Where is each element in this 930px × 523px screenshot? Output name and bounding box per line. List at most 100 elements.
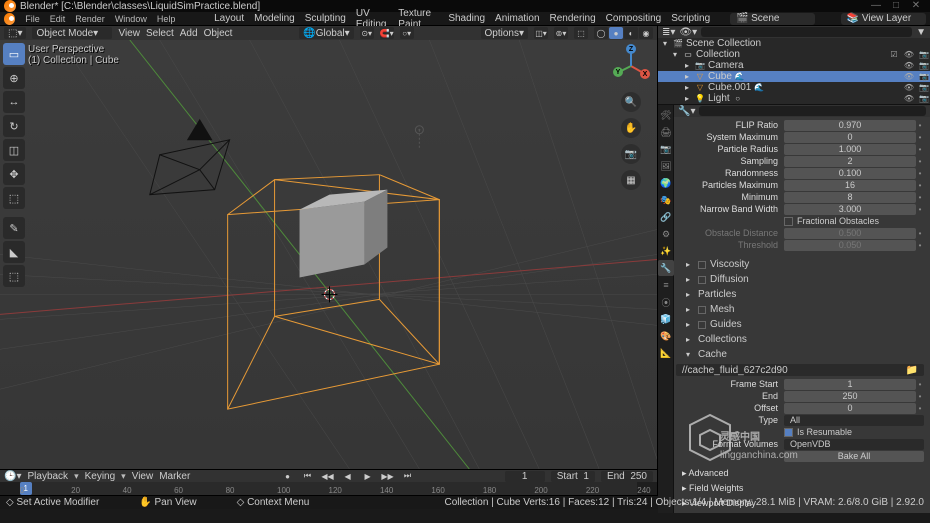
disclosure-icon[interactable]: ▸	[682, 72, 692, 82]
tab-layout[interactable]: Layout	[214, 13, 244, 24]
eye-icon[interactable]: 👁	[903, 94, 915, 103]
props-tab-3[interactable]: 🖼	[658, 158, 674, 174]
tab-shading[interactable]: Shading	[448, 13, 485, 24]
tool-1[interactable]: ⊕	[3, 67, 25, 89]
filter-icon[interactable]: ▼	[916, 27, 926, 38]
eye-icon[interactable]: 👁	[903, 61, 915, 70]
orient-select[interactable]: 🌐 Global ▾	[299, 27, 353, 39]
field-end[interactable]: 250	[784, 391, 916, 402]
props-search[interactable]	[699, 106, 926, 116]
timeline-editor-icon[interactable]: 🕒▾	[4, 471, 21, 482]
outliner-editor-icon[interactable]: ≣▾	[662, 27, 675, 38]
folder-icon[interactable]: 📁	[906, 365, 918, 376]
field-threshold[interactable]: 0.050	[784, 240, 916, 251]
close-button[interactable]: ✕	[906, 0, 926, 12]
section-mesh[interactable]: ▸Mesh	[676, 302, 924, 317]
pivot-icon[interactable]: ⊙▾	[360, 27, 374, 39]
tool-8[interactable]: ✎	[3, 217, 25, 239]
disclosure-icon[interactable]: ▸	[682, 83, 692, 93]
tm-view-menu[interactable]: View	[132, 471, 154, 482]
jump-nextkey-icon[interactable]: ▶▶	[381, 471, 395, 482]
frame-end-field[interactable]: End 250	[601, 471, 653, 482]
disclosure-icon[interactable]: ▸	[686, 290, 694, 299]
section-viscosity[interactable]: ▸Viscosity	[676, 257, 924, 272]
field-obstacle-distance[interactable]: 0.500	[784, 228, 916, 239]
outliner-item-cube[interactable]: ▸▽Cube🌊👁📷	[658, 71, 930, 82]
jump-prevkey-icon[interactable]: ◀◀	[321, 471, 335, 482]
shading-modes[interactable]: ◯ ● ◐ ◉	[594, 27, 653, 39]
props-tab-6[interactable]: 🔗	[658, 209, 674, 225]
section-checkbox[interactable]	[698, 276, 706, 284]
outliner-item-light[interactable]: ▸💡Light○👁📷	[658, 93, 930, 104]
render-icon[interactable]: 📷	[918, 72, 930, 81]
tool-10[interactable]: ⬚	[3, 265, 25, 287]
camera-icon[interactable]: 📷	[621, 144, 641, 164]
disclosure-icon[interactable]: ▸	[686, 275, 694, 284]
timeline-track[interactable]: 1 020406080100120140160180200220240	[0, 482, 657, 495]
app-icon[interactable]	[4, 13, 15, 25]
section-checkbox[interactable]	[698, 321, 706, 329]
eye-icon[interactable]: 👁	[903, 72, 915, 81]
vp-select-menu[interactable]: Select	[146, 28, 174, 39]
field-flip-ratio[interactable]: 0.970	[784, 120, 916, 131]
menu-help[interactable]: Help	[157, 14, 176, 24]
shading-render-icon[interactable]: ◉	[639, 27, 653, 39]
tool-0[interactable]: ▭	[3, 43, 25, 65]
frac-obstacles-checkbox[interactable]	[784, 217, 793, 226]
outliner-collection[interactable]: ▾▭Collection ☑ 👁 📷	[658, 49, 930, 60]
tool-9[interactable]: ◣	[3, 241, 25, 263]
section-checkbox[interactable]	[698, 306, 706, 314]
zoom-icon[interactable]: 🔍	[621, 92, 641, 112]
render-icon[interactable]: 📷	[918, 61, 930, 70]
render-icon[interactable]: 📷	[918, 50, 930, 59]
vp-add-menu[interactable]: Add	[180, 28, 198, 39]
vp-object-menu[interactable]: Object	[204, 28, 233, 39]
props-tab-5[interactable]: 🎭	[658, 192, 674, 208]
disclosure-icon[interactable]: ▸	[686, 260, 694, 269]
props-tab-13[interactable]: 🎨	[658, 328, 674, 344]
menu-window[interactable]: Window	[115, 14, 147, 24]
tm-keying-menu[interactable]: Keying	[85, 471, 116, 482]
scene-field[interactable]: 🎬 Scene	[730, 13, 815, 25]
props-tab-0[interactable]: 🛠	[658, 107, 674, 123]
cache-path-field[interactable]: //cache_fluid_627c2d90📁	[676, 364, 924, 376]
autokey-icon[interactable]: ●	[281, 471, 295, 482]
props-tab-9[interactable]: 🔧	[658, 260, 674, 276]
resumable-checkbox[interactable]	[784, 428, 793, 437]
tool-2[interactable]: ↔	[3, 91, 25, 113]
disclosure-icon[interactable]: ▸	[682, 61, 692, 71]
cache-type-select[interactable]: All	[784, 415, 924, 426]
field-randomness[interactable]: 0.100	[784, 168, 916, 179]
tool-6[interactable]: ⬚	[3, 187, 25, 209]
menu-edit[interactable]: Edit	[50, 14, 66, 24]
field-narrow-band-width[interactable]: 3.000	[784, 204, 916, 215]
field-minimum[interactable]: 8	[784, 192, 916, 203]
tool-5[interactable]: ✥	[3, 163, 25, 185]
gizmo-toggle-icon[interactable]: ◫▾	[534, 27, 548, 39]
render-icon[interactable]: 📷	[918, 94, 930, 103]
exclude-icon[interactable]: ☑	[888, 50, 900, 59]
tool-4[interactable]: ◫	[3, 139, 25, 161]
disclosure-icon[interactable]: ▸	[686, 335, 694, 344]
section-guides[interactable]: ▸Guides	[676, 317, 924, 332]
menu-file[interactable]: File	[25, 14, 40, 24]
tab-compositing[interactable]: Compositing	[606, 13, 662, 24]
eye-icon[interactable]: 👁	[903, 50, 915, 59]
tab-modeling[interactable]: Modeling	[254, 13, 295, 24]
tm-playback-menu[interactable]: Playback	[27, 471, 68, 482]
persp-icon[interactable]: ▦	[621, 170, 641, 190]
field-particles-maximum[interactable]: 16	[784, 180, 916, 191]
mode-select[interactable]: Object Mode ▾	[32, 27, 112, 39]
propedit-icon[interactable]: ○▾	[400, 27, 414, 39]
jump-end-icon[interactable]: ⏭	[401, 471, 415, 482]
xray-icon[interactable]: ⬚	[574, 27, 588, 39]
minimize-button[interactable]: —	[866, 0, 886, 12]
section-checkbox[interactable]	[698, 261, 706, 269]
shading-wire-icon[interactable]: ◯	[594, 27, 608, 39]
viewlayer-field[interactable]: 📚 View Layer	[841, 13, 926, 25]
outliner-item-cube-001[interactable]: ▸▽Cube.001🌊👁📷	[658, 82, 930, 93]
play-rev-icon[interactable]: ◀	[341, 471, 355, 482]
frame-start-field[interactable]: Start 1	[551, 471, 595, 482]
props-tab-4[interactable]: 🌍	[658, 175, 674, 191]
props-tab-7[interactable]: ⚙	[658, 226, 674, 242]
